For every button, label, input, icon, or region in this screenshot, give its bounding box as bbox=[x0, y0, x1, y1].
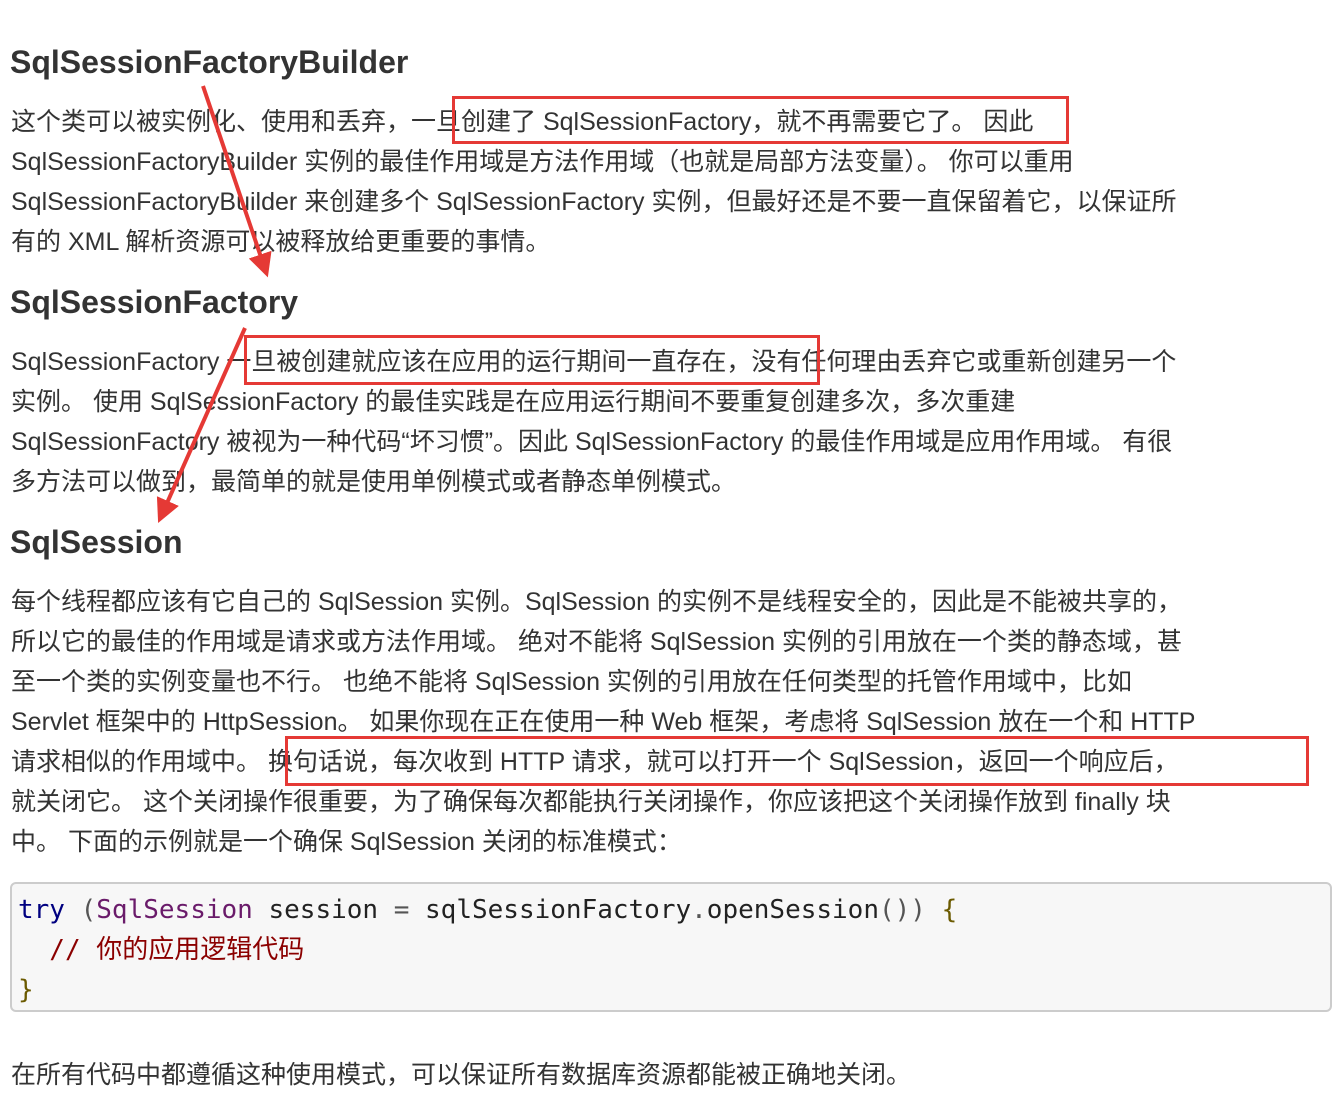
code-comment: // 你的应用逻辑代码 bbox=[18, 935, 305, 965]
paragraph-line: 每个线程都应该有它自己的 SqlSession 实例。SqlSession 的实… bbox=[11, 588, 1182, 616]
code-variable: sqlSessionFactory bbox=[425, 895, 692, 925]
paragraph-line: SqlSessionFactoryBuilder 实例的最佳作用域是方法作用域（… bbox=[11, 148, 1074, 176]
code-variable: session bbox=[252, 895, 379, 925]
code-block: try (SqlSession session = sqlSessionFact… bbox=[10, 882, 1332, 1012]
paragraph-line: Servlet 框架中的 HttpSession。 如果你现在正在使用一种 We… bbox=[11, 708, 1196, 736]
code-dot: . bbox=[691, 895, 707, 925]
paragraph-line: 实例。 使用 SqlSessionFactory 的最佳实践是在应用运行期间不要… bbox=[11, 388, 1016, 416]
paragraph-line: 中。 下面的示例就是一个确保 SqlSession 关闭的标准模式： bbox=[11, 828, 682, 856]
code-operator: = bbox=[378, 895, 426, 925]
code-method: openSession bbox=[706, 895, 879, 925]
paragraph-line: 所以它的最佳的作用域是请求或方法作用域。 绝对不能将 SqlSession 实例… bbox=[11, 628, 1182, 656]
code-brace: { bbox=[925, 895, 958, 925]
paragraph-line: 至一个类的实例变量也不行。 也绝不能将 SqlSession 实例的引用放在任何… bbox=[11, 668, 1132, 696]
paragraph-line: 有的 XML 解析资源可以被释放给更重要的事情。 bbox=[11, 228, 551, 256]
paragraph-line: 就关闭它。 这个关闭操作很重要，为了确保每次都能执行关闭操作，你应该把这个关闭操… bbox=[11, 788, 1171, 816]
paragraph-line: SqlSessionFactory 被视为一种代码“坏习惯”。因此 SqlSes… bbox=[11, 428, 1173, 456]
code-class: SqlSession bbox=[96, 895, 253, 925]
paragraph-line: SqlSessionFactoryBuilder 来创建多个 SqlSessio… bbox=[11, 188, 1177, 216]
code-paren: ( bbox=[64, 895, 97, 925]
section-heading-sqlsessionfactorybuilder: SqlSessionFactoryBuilder bbox=[10, 44, 409, 80]
paragraph-line: 这个类可以被实例化、使用和丢弃，一旦创建了 SqlSessionFactory，… bbox=[11, 108, 1034, 136]
code-paren: ()) bbox=[878, 895, 926, 925]
paragraph-line: 请求相似的作用域中。 换句话说，每次收到 HTTP 请求，就可以打开一个 Sql… bbox=[11, 748, 1179, 776]
code-closing-brace: } bbox=[18, 975, 34, 1005]
section-heading-sqlsessionfactory: SqlSessionFactory bbox=[10, 284, 299, 320]
footer-paragraph: 在所有代码中都遵循这种使用模式，可以保证所有数据库资源都能被正确地关闭。 bbox=[11, 1061, 912, 1089]
paragraph-line: SqlSessionFactory 一旦被创建就应该在应用的运行期间一直存在，没… bbox=[11, 348, 1177, 376]
section-heading-sqlsession: SqlSession bbox=[10, 524, 183, 560]
code-line-1: try (SqlSession session = sqlSessionFact… bbox=[18, 890, 957, 930]
paragraph-line: 多方法可以做到，最简单的就是使用单例模式或者静态单例模式。 bbox=[11, 468, 737, 496]
code-keyword: try bbox=[18, 895, 65, 925]
